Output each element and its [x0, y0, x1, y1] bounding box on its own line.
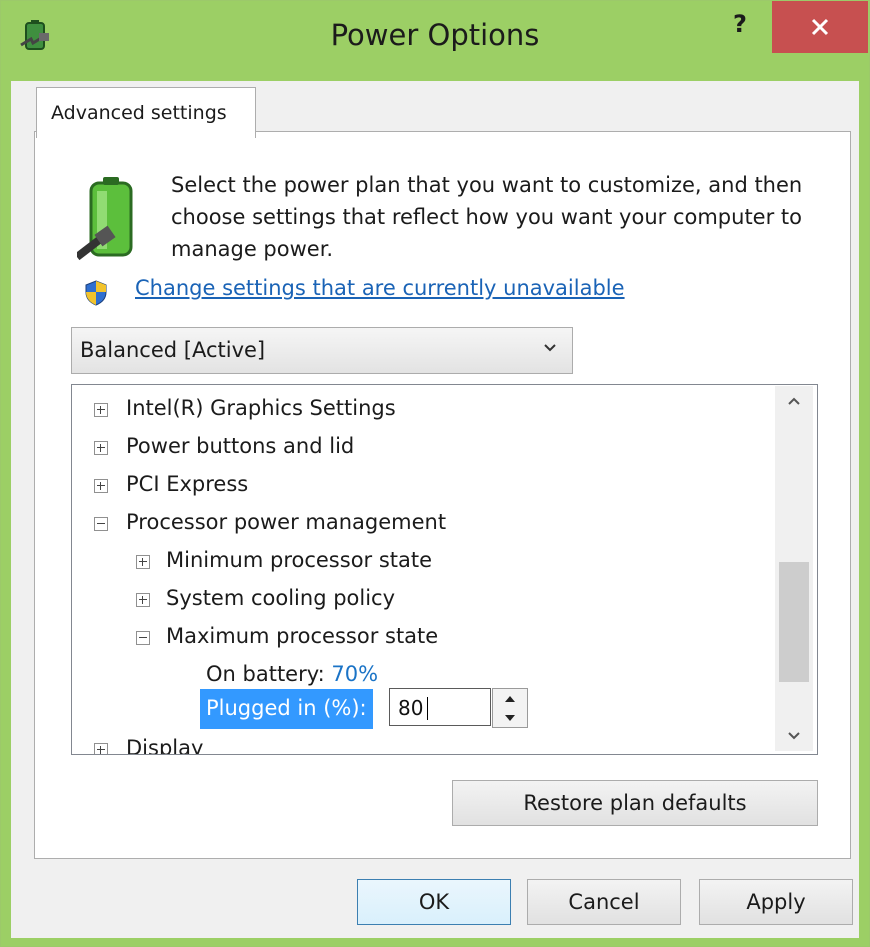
- description-text: Select the power plan that you want to c…: [171, 173, 803, 261]
- chevron-up-icon: [788, 397, 800, 405]
- expand-icon[interactable]: [94, 403, 108, 417]
- triangle-down-icon: [505, 714, 515, 721]
- ok-button[interactable]: OK: [357, 879, 511, 925]
- advanced-settings-panel: Select the power plan that you want to c…: [34, 131, 851, 859]
- scroll-down-button[interactable]: [775, 721, 813, 751]
- scroll-up-button[interactable]: [775, 386, 813, 416]
- on-battery-value[interactable]: 70%: [331, 662, 378, 686]
- power-plan-value: Balanced [Active]: [80, 338, 266, 362]
- close-icon: [811, 18, 829, 36]
- expand-icon[interactable]: [136, 555, 150, 569]
- close-button[interactable]: [772, 1, 868, 53]
- plugged-in-value-input[interactable]: 80: [389, 688, 491, 726]
- plugged-in-value: 80: [398, 696, 424, 720]
- plugged-in-label: Plugged in (%):: [200, 689, 373, 729]
- tab-label: Advanced settings: [51, 102, 227, 124]
- collapse-icon[interactable]: [136, 631, 150, 645]
- uac-shield-icon: [85, 280, 107, 306]
- dialog-content: Advanced settings Select the power plan …: [11, 81, 859, 938]
- spin-down-button[interactable]: [493, 708, 527, 727]
- expand-icon[interactable]: [94, 743, 108, 754]
- chevron-down-icon: [544, 344, 556, 352]
- text-caret: [427, 697, 428, 720]
- on-battery-label: On battery:: [206, 662, 325, 686]
- chevron-down-icon: [788, 732, 800, 740]
- cancel-button[interactable]: Cancel: [527, 879, 681, 925]
- expand-icon[interactable]: [94, 479, 108, 493]
- apply-button[interactable]: Apply: [699, 879, 853, 925]
- tab-advanced-settings[interactable]: Advanced settings: [36, 87, 256, 138]
- expand-icon[interactable]: [94, 441, 108, 455]
- tree-scrollbar[interactable]: [775, 386, 813, 751]
- triangle-up-icon: [505, 695, 515, 702]
- spin-up-button[interactable]: [493, 689, 527, 708]
- title-bar[interactable]: Power Options ?: [1, 1, 869, 81]
- power-options-window: Power Options ? Advanced settings Select…: [0, 0, 870, 947]
- power-plan-select[interactable]: Balanced [Active]: [71, 327, 573, 374]
- settings-tree[interactable]: Intel(R) Graphics Settings Power buttons…: [71, 384, 818, 755]
- collapse-icon[interactable]: [94, 517, 108, 531]
- change-unavailable-settings-link[interactable]: Change settings that are currently unava…: [135, 276, 625, 300]
- restore-plan-defaults-button[interactable]: Restore plan defaults: [452, 780, 818, 826]
- expand-icon[interactable]: [136, 593, 150, 607]
- battery-plug-icon: [77, 177, 133, 261]
- help-button[interactable]: ?: [717, 1, 763, 47]
- scrollbar-thumb[interactable]: [779, 562, 809, 682]
- plugged-in-spinner[interactable]: [492, 688, 528, 728]
